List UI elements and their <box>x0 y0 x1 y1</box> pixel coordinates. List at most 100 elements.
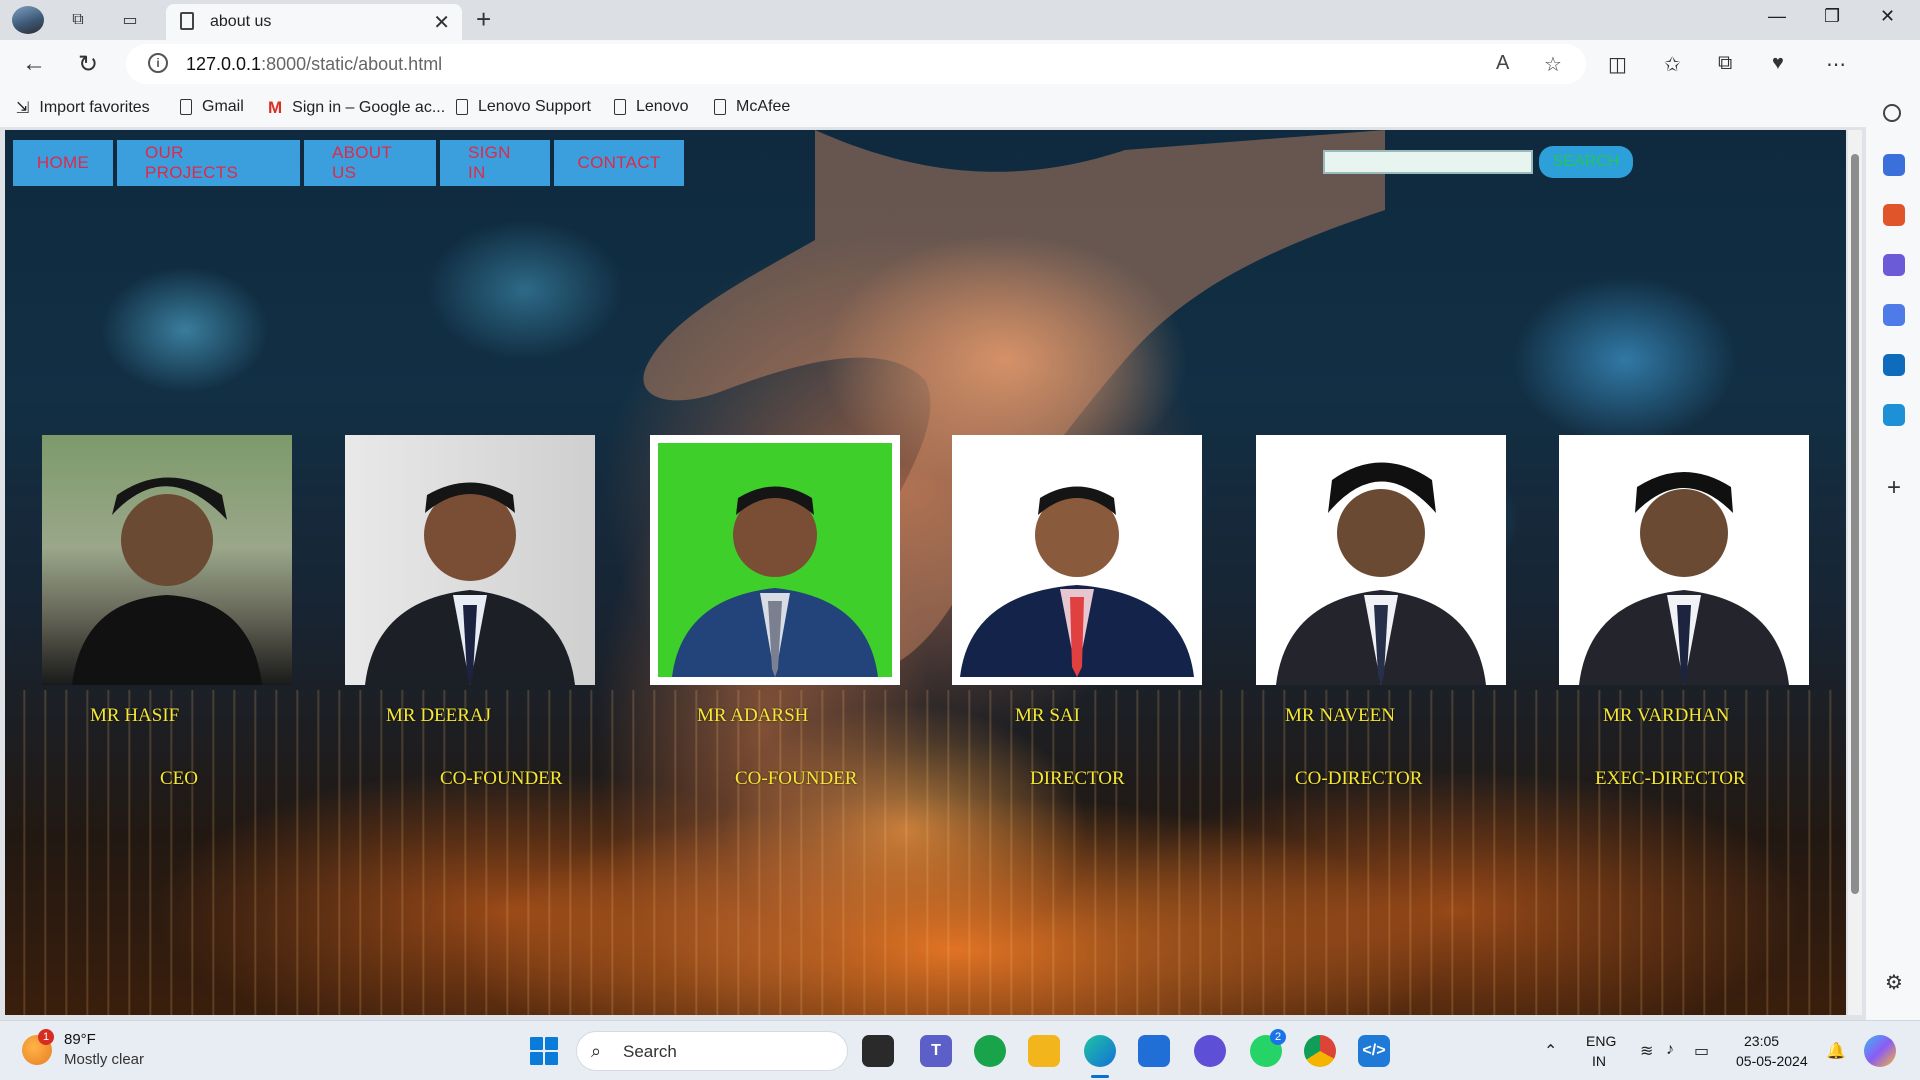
more-menu-icon[interactable]: ⋯ <box>1826 52 1846 77</box>
about-page: HOME OUR PROJECTS ABOUT US SIGN IN CONTA… <box>5 130 1846 1015</box>
clock-time[interactable]: 23:05 <box>1744 1033 1779 1049</box>
outlook-icon[interactable] <box>1883 354 1905 376</box>
scrollbar-thumb[interactable] <box>1851 154 1859 894</box>
copilot-taskbar-icon[interactable] <box>1864 1035 1896 1067</box>
member-role-sai: DIRECTOR <box>1030 768 1125 789</box>
microsoft365-icon[interactable] <box>1883 304 1905 326</box>
edge-icon[interactable] <box>1084 1035 1116 1067</box>
chrome-icon[interactable] <box>1304 1035 1336 1067</box>
nav-sign-in[interactable]: SIGN IN <box>440 140 550 186</box>
performance-icon[interactable]: ♥ <box>1772 52 1784 75</box>
taskbar-search[interactable]: ⌕ Search <box>576 1031 848 1071</box>
photo-mr-hasif <box>42 435 292 685</box>
notification-bell-icon[interactable]: 🔔 <box>1826 1041 1846 1061</box>
edge-active-indicator <box>1091 1075 1109 1078</box>
edge-sidebar: + ⚙ <box>1866 40 1920 1020</box>
profile-avatar[interactable] <box>12 6 44 34</box>
member-name-adarsh: MR ADARSH <box>697 705 809 726</box>
nav-home[interactable]: HOME <box>13 140 113 186</box>
member-role-deeraj: CO-FOUNDER <box>440 768 563 789</box>
favorite-star-icon[interactable]: ☆ <box>1544 52 1562 77</box>
search-input[interactable] <box>1323 150 1533 174</box>
new-tab-icon[interactable]: + <box>476 4 491 35</box>
start-button[interactable] <box>530 1037 558 1065</box>
page-icon <box>714 99 726 115</box>
page-icon <box>456 99 468 115</box>
member-name-naveen: MR NAVEEN <box>1285 705 1395 726</box>
tab-bar: ⧉ ▭ about us ✕ + — ❐ ✕ <box>0 0 1920 40</box>
nav-contact[interactable]: CONTACT <box>554 140 684 186</box>
collections-icon[interactable]: ⧉ <box>1718 52 1732 75</box>
fav-mcafee[interactable]: McAfee <box>714 98 790 116</box>
address-bar: ← ↻ i 127.0.0.1:8000/static/about.html A… <box>0 40 1920 88</box>
teams-icon[interactable]: T <box>920 1035 952 1067</box>
store-icon[interactable] <box>1138 1035 1170 1067</box>
region-label[interactable]: IN <box>1592 1053 1606 1069</box>
fav-lenovo[interactable]: Lenovo <box>614 98 689 116</box>
weather-badge: 1 <box>38 1029 54 1045</box>
member-name-sai: MR SAI <box>1015 705 1080 726</box>
photo-mr-vardhan <box>1559 435 1809 685</box>
file-explorer-icon[interactable] <box>1028 1035 1060 1067</box>
favorites-icon[interactable]: ✩ <box>1664 52 1681 77</box>
shopping-icon[interactable] <box>1883 154 1905 176</box>
tools-icon[interactable] <box>1883 204 1905 226</box>
fav-google-signin[interactable]: M Sign in – Google ac... <box>268 98 445 118</box>
taskbar: 1 89°F Mostly clear ⌕ Search T 2 </> ⌃ E… <box>0 1020 1920 1080</box>
import-icon: ⇲ <box>16 100 30 117</box>
member-name-deeraj: MR DEERAJ <box>386 705 492 726</box>
url-text: 127.0.0.1:8000/static/about.html <box>186 54 443 74</box>
tab-title: about us <box>210 13 272 30</box>
background-hand <box>643 130 1385 672</box>
settings-icon[interactable]: ⚙ <box>1883 970 1905 994</box>
vscode-icon[interactable]: </> <box>1358 1035 1390 1067</box>
photo-mr-naveen <box>1256 435 1506 685</box>
page-icon <box>614 99 626 115</box>
clock-date[interactable]: 05-05-2024 <box>1736 1053 1808 1069</box>
minimize-icon[interactable]: — <box>1768 6 1786 27</box>
back-icon[interactable]: ← <box>22 50 46 78</box>
close-window-icon[interactable]: ✕ <box>1880 6 1895 27</box>
member-role-adarsh: CO-FOUNDER <box>735 768 858 789</box>
app-purple-icon[interactable] <box>1194 1035 1226 1067</box>
fav-gmail[interactable]: Gmail <box>180 98 244 116</box>
app-green-icon[interactable] <box>974 1035 1006 1067</box>
split-screen-icon[interactable]: ◫ <box>1608 52 1627 77</box>
page-scrollbar[interactable] <box>1848 130 1862 1015</box>
nav-our-projects[interactable]: OUR PROJECTS <box>117 140 300 186</box>
workspaces-icon[interactable]: ⧉ <box>66 8 90 32</box>
show-hidden-icons[interactable]: ⌃ <box>1544 1041 1557 1061</box>
restore-icon[interactable]: ❐ <box>1824 6 1840 27</box>
language-label[interactable]: ENG <box>1586 1033 1616 1049</box>
add-sidebar-icon[interactable]: + <box>1883 476 1905 500</box>
tab-about-us[interactable]: about us ✕ <box>166 4 462 40</box>
read-aloud-icon[interactable]: A <box>1496 52 1509 75</box>
gmail-icon: M <box>268 98 283 117</box>
task-view-icon[interactable] <box>862 1035 894 1067</box>
battery-icon[interactable]: ▭ <box>1694 1041 1709 1061</box>
close-tab-icon[interactable]: ✕ <box>433 10 450 35</box>
member-role-vardhan: EXEC-DIRECTOR <box>1595 768 1746 789</box>
member-name-vardhan: MR VARDHAN <box>1603 705 1730 726</box>
refresh-icon[interactable]: ↻ <box>78 50 98 79</box>
url-field[interactable]: i 127.0.0.1:8000/static/about.html A ☆ <box>126 44 1586 84</box>
nav-about-us[interactable]: ABOUT US <box>304 140 436 186</box>
photo-mr-deeraj <box>345 435 595 685</box>
search-button[interactable]: SEARCH <box>1539 146 1633 178</box>
member-role-naveen: CO-DIRECTOR <box>1295 768 1423 789</box>
drop-icon[interactable] <box>1883 404 1905 426</box>
page-icon <box>180 99 192 115</box>
wifi-icon[interactable]: ≋ <box>1640 1041 1653 1061</box>
member-name-hasif: MR HASIF <box>90 705 180 726</box>
background-light-streaks <box>5 690 1846 1015</box>
weather-temp[interactable]: 89°F <box>64 1031 96 1048</box>
tab-actions-icon[interactable]: ▭ <box>118 8 142 32</box>
fav-lenovo-support[interactable]: Lenovo Support <box>456 98 591 116</box>
games-icon[interactable] <box>1883 254 1905 276</box>
top-nav-menu: HOME OUR PROJECTS ABOUT US SIGN IN CONTA… <box>13 140 684 186</box>
site-info-icon[interactable]: i <box>148 53 168 73</box>
volume-icon[interactable]: ♪ <box>1666 1041 1674 1059</box>
weather-desc[interactable]: Mostly clear <box>64 1051 144 1068</box>
search-icon[interactable] <box>1883 104 1901 122</box>
fav-import[interactable]: ⇲ Import favorites <box>16 98 150 118</box>
